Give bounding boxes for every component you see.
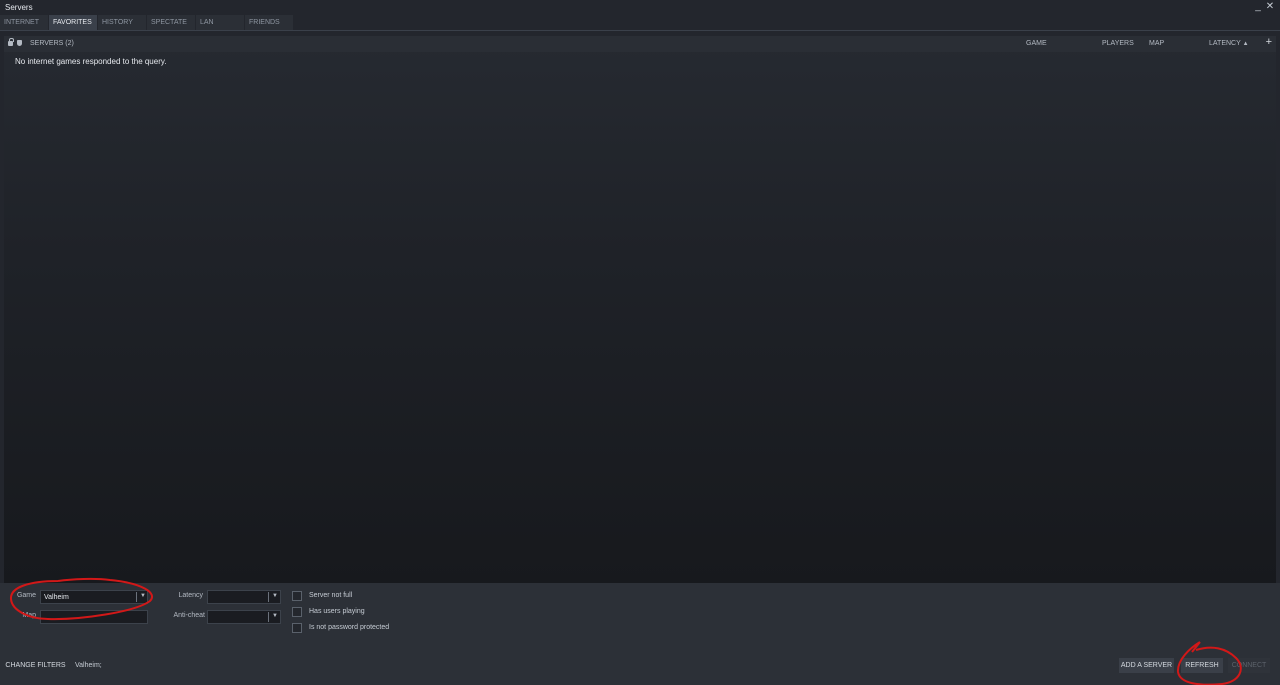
server-list[interactable]: SERVERS (2) GAME PLAYERS MAP LATENCY ▲ +…	[4, 36, 1276, 583]
refresh-button[interactable]: REFRESH	[1181, 658, 1223, 673]
add-server-button[interactable]: ADD A SERVER	[1119, 658, 1174, 673]
tab-divider	[0, 30, 1280, 31]
server-list-header: SERVERS (2) GAME PLAYERS MAP LATENCY ▲ +	[4, 36, 1276, 52]
not-password-protected-checkbox[interactable]	[292, 623, 302, 633]
change-filters-button[interactable]: CHANGE FILTERS	[3, 658, 68, 673]
anticheat-filter-dropdown[interactable]: ▼	[207, 610, 281, 624]
chevron-down-icon: ▼	[272, 613, 278, 619]
column-servers[interactable]: SERVERS (2)	[30, 40, 74, 47]
minimize-button[interactable]: _	[1253, 1, 1263, 12]
lock-icon[interactable]	[8, 38, 14, 46]
tab-friends[interactable]: FRIENDS	[245, 15, 293, 30]
dropdown-separator	[136, 592, 137, 602]
title-bar: Servers _ ✕	[0, 0, 1280, 15]
dropdown-separator	[268, 612, 269, 622]
has-users-playing-checkbox[interactable]	[292, 607, 302, 617]
map-filter-label: Map	[22, 612, 36, 619]
game-filter-dropdown[interactable]: Valheim ▼	[40, 590, 148, 604]
connect-button[interactable]: CONNECT	[1228, 658, 1270, 673]
column-latency-label: LATENCY	[1209, 40, 1241, 47]
game-filter-value: Valheim	[44, 594, 69, 601]
filter-summary: Valheim;	[75, 662, 102, 669]
server-not-full-label[interactable]: Server not full	[309, 592, 352, 599]
column-latency[interactable]: LATENCY ▲	[1209, 40, 1249, 47]
chevron-down-icon: ▼	[140, 593, 146, 599]
tab-internet[interactable]: INTERNET	[0, 15, 48, 30]
column-players[interactable]: PLAYERS	[1102, 40, 1134, 47]
anticheat-filter-label: Anti-cheat	[173, 612, 205, 619]
window-title: Servers	[5, 3, 33, 12]
not-password-protected-label[interactable]: Is not password protected	[309, 624, 389, 631]
map-filter-input[interactable]	[40, 610, 148, 624]
dropdown-separator	[268, 592, 269, 602]
shield-icon[interactable]	[17, 40, 22, 46]
tab-favorites[interactable]: FAVORITES	[49, 15, 97, 30]
add-column-icon[interactable]: +	[1266, 36, 1272, 48]
tab-bar: INTERNET FAVORITES HISTORY SPECTATE LAN …	[0, 15, 300, 30]
filter-panel: Game Valheim ▼ Map Latency ▼ Anti-cheat …	[0, 583, 1280, 685]
latency-filter-dropdown[interactable]: ▼	[207, 590, 281, 604]
tab-history[interactable]: HISTORY	[98, 15, 146, 30]
tab-lan[interactable]: LAN	[196, 15, 244, 30]
sort-ascending-icon: ▲	[1242, 41, 1249, 47]
chevron-down-icon: ▼	[272, 593, 278, 599]
latency-filter-label: Latency	[178, 592, 203, 599]
column-map[interactable]: MAP	[1149, 40, 1164, 47]
column-game[interactable]: GAME	[1026, 40, 1047, 47]
tab-spectate[interactable]: SPECTATE	[147, 15, 195, 30]
close-button[interactable]: ✕	[1265, 1, 1275, 12]
empty-list-message: No internet games responded to the query…	[15, 57, 167, 66]
server-not-full-checkbox[interactable]	[292, 591, 302, 601]
game-filter-label: Game	[16, 592, 36, 599]
has-users-playing-label[interactable]: Has users playing	[309, 608, 365, 615]
